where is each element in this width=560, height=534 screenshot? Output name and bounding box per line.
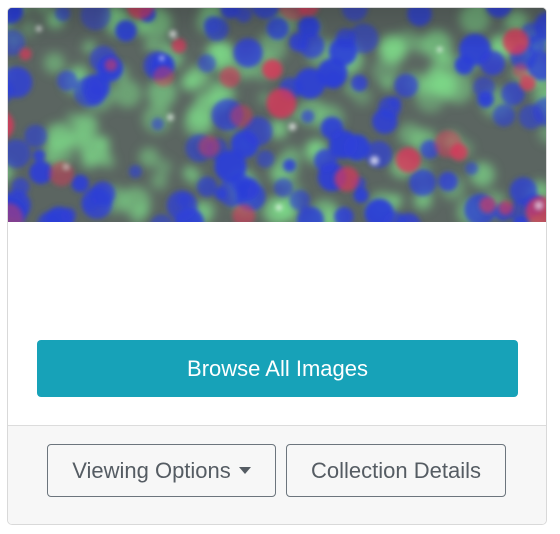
- cell-mark: [43, 52, 65, 74]
- cell-mark: [365, 140, 393, 168]
- cell-mark: [167, 114, 174, 121]
- cell-mark: [80, 153, 97, 171]
- cell-mark: [11, 177, 30, 196]
- cell-mark: [159, 55, 165, 61]
- cell-mark: [81, 73, 110, 103]
- cell-mark: [301, 109, 315, 123]
- cell-mark: [71, 174, 89, 193]
- cell-mark: [479, 196, 497, 214]
- cell-mark: [535, 202, 543, 209]
- cell-mark: [480, 50, 505, 76]
- cell-mark: [381, 77, 395, 91]
- cell-mark: [153, 65, 175, 87]
- cell-mark: [351, 74, 368, 92]
- cell-mark: [273, 178, 293, 198]
- cell-mark: [492, 104, 516, 127]
- cell-mark: [176, 193, 192, 208]
- cell-mark: [395, 147, 421, 173]
- cell-mark: [128, 165, 142, 178]
- cell-mark: [187, 101, 215, 129]
- cell-mark: [398, 122, 422, 147]
- card-footer: Viewing Options Collection Details: [8, 425, 546, 524]
- cell-mark: [438, 171, 458, 192]
- cell-mark: [81, 187, 113, 219]
- caret-down-icon: [238, 466, 251, 474]
- cell-mark: [198, 135, 220, 157]
- cell-mark: [387, 96, 402, 110]
- cell-mark: [33, 149, 46, 162]
- cell-mark: [394, 73, 419, 98]
- cell-mark: [434, 130, 462, 158]
- cell-mark: [19, 47, 32, 61]
- cell-mark: [219, 66, 241, 88]
- cell-mark: [317, 58, 348, 89]
- cell-mark: [465, 162, 479, 175]
- cell-mark: [197, 54, 216, 73]
- cell-mark: [150, 172, 168, 190]
- cell-mark: [454, 55, 474, 75]
- collection-thumbnail[interactable]: [8, 8, 546, 222]
- cell-mark: [283, 158, 296, 172]
- cell-mark: [24, 124, 47, 148]
- cell-mark: [49, 161, 74, 187]
- cell-mark: [113, 79, 142, 108]
- cell-mark: [151, 117, 164, 131]
- cell-mark: [370, 156, 379, 166]
- cell-mark: [29, 160, 53, 184]
- cell-mark: [180, 74, 198, 92]
- viewing-options-label: Viewing Options: [72, 457, 231, 483]
- cell-mark: [230, 104, 253, 128]
- cell-mark: [262, 59, 283, 80]
- card-body: Browse All Images: [8, 222, 546, 425]
- cell-mark: [104, 58, 118, 72]
- cell-mark: [477, 91, 494, 108]
- cell-mark: [101, 154, 115, 169]
- cell-mark: [275, 204, 282, 211]
- cell-mark: [196, 176, 218, 197]
- cell-mark: [519, 74, 536, 91]
- cell-mark: [409, 169, 436, 197]
- collection-card: Browse All Images Viewing Options Collec…: [7, 7, 547, 525]
- microscopy-image: [8, 8, 546, 222]
- cell-mark: [266, 88, 297, 119]
- browse-all-images-button[interactable]: Browse All Images: [37, 340, 518, 397]
- cell-mark: [64, 164, 69, 169]
- viewing-options-dropdown[interactable]: Viewing Options: [47, 444, 276, 497]
- cell-mark: [498, 200, 513, 215]
- cell-mark: [288, 123, 297, 131]
- cell-mark: [334, 166, 360, 192]
- cell-mark: [329, 130, 358, 159]
- collection-details-button[interactable]: Collection Details: [286, 444, 506, 497]
- cell-mark: [353, 187, 369, 203]
- cell-mark: [138, 147, 160, 168]
- cell-mark: [65, 111, 81, 127]
- cell-mark: [256, 150, 275, 168]
- cell-mark: [96, 135, 110, 149]
